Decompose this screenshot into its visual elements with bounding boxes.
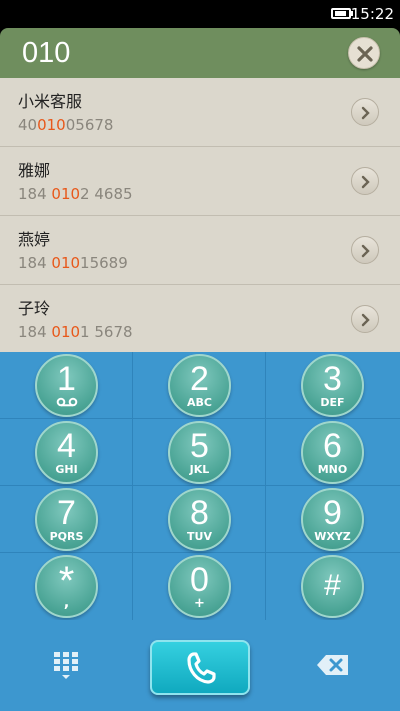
key-digit: 7: [57, 494, 76, 532]
key-5[interactable]: 5 JKL: [168, 421, 231, 484]
key-digit: *: [58, 559, 75, 603]
search-header: 010: [0, 28, 400, 78]
key-letters: WXYZ: [314, 530, 351, 543]
contact-name: 燕婷: [18, 230, 51, 249]
contact-name: 雅娜: [18, 161, 51, 180]
key-cell: 6 MNO: [266, 419, 400, 486]
dial-keypad: 1 2 ABC 3 DEF 4 GHI 5 JKL 6 MNO 7 PQRS 8…: [0, 352, 400, 620]
key-digit: 9: [323, 494, 342, 532]
chevron-right-icon: [361, 106, 370, 120]
key-digit: #: [324, 569, 341, 602]
status-bar: 15:22: [0, 0, 400, 28]
result-row[interactable]: 燕婷 184 01015689: [0, 216, 400, 285]
number-match: 010: [51, 323, 81, 341]
key-letters: GHI: [55, 463, 78, 476]
key-digit: 0: [190, 561, 209, 599]
key-letters: ,: [63, 595, 70, 611]
backspace-icon: [317, 655, 348, 675]
battery-icon: [331, 8, 351, 19]
contact-detail-button[interactable]: [351, 167, 379, 195]
contact-number: 4001005678: [18, 116, 114, 134]
result-row[interactable]: 小米客服 4001005678: [0, 78, 400, 147]
key-digit: 4: [57, 427, 76, 465]
contact-detail-button[interactable]: [351, 98, 379, 126]
contact-detail-button[interactable]: [351, 236, 379, 264]
key-letters: JKL: [189, 463, 210, 476]
key-8[interactable]: 8 TUV: [168, 488, 231, 551]
voicemail-icon: [56, 397, 77, 407]
number-match: 010: [51, 185, 81, 203]
key-7[interactable]: 7 PQRS: [35, 488, 98, 551]
contact-name: 子玲: [18, 299, 51, 318]
key-digit: 8: [190, 494, 209, 532]
key-digit: 5: [190, 427, 209, 465]
key-cell: 5 JKL: [133, 419, 266, 486]
clear-icon: [357, 46, 373, 62]
number-match: 010: [51, 254, 81, 272]
key-cell: 7 PQRS: [0, 486, 133, 553]
key-letters: +: [194, 596, 205, 611]
chevron-right-icon: [361, 175, 370, 189]
contact-number: 184 01015689: [18, 254, 128, 272]
key-digit: 1: [57, 360, 76, 398]
key-letters: MNO: [317, 463, 348, 476]
key-cell: 3 DEF: [266, 352, 400, 419]
key-9[interactable]: 9 WXYZ: [301, 488, 364, 551]
key-letters: ABC: [187, 396, 212, 409]
key-cell: #: [266, 553, 400, 620]
key-letters: DEF: [320, 396, 345, 409]
call-button[interactable]: [150, 640, 250, 695]
key-cell: 9 WXYZ: [266, 486, 400, 553]
key-0[interactable]: 0 +: [168, 555, 231, 618]
dialer-action-bar: [0, 620, 400, 711]
key-2[interactable]: 2 ABC: [168, 354, 231, 417]
contact-number: 184 0101 5678: [18, 323, 133, 341]
key-4[interactable]: 4 GHI: [35, 421, 98, 484]
result-row[interactable]: 子玲 184 0101 5678: [0, 285, 400, 354]
key-digit: 3: [323, 360, 342, 398]
chevron-right-icon: [361, 244, 370, 258]
key-cell: 8 TUV: [133, 486, 266, 553]
key-cell: 2 ABC: [133, 352, 266, 419]
key-cell: * ,: [0, 553, 133, 620]
contact-detail-button[interactable]: [351, 305, 379, 333]
contact-number: 184 0102 4685: [18, 185, 133, 203]
search-results: 小米客服 4001005678 雅娜 184 0102 4685 燕婷 184 …: [0, 78, 400, 352]
dialpad-toggle-button[interactable]: [54, 652, 78, 680]
backspace-button[interactable]: [316, 654, 350, 676]
key-letters: TUV: [187, 530, 212, 543]
dial-input[interactable]: 010: [22, 36, 70, 70]
number-match: 010: [37, 116, 66, 134]
key-1[interactable]: 1: [35, 354, 98, 417]
key-6[interactable]: 6 MNO: [301, 421, 364, 484]
chevron-right-icon: [361, 313, 370, 327]
key-digit: 2: [190, 360, 209, 398]
key-3[interactable]: 3 DEF: [301, 354, 364, 417]
key-digit: 6: [323, 427, 342, 465]
clear-button[interactable]: [348, 37, 380, 69]
key-cell: 1: [0, 352, 133, 419]
key-cell: 0 +: [133, 553, 266, 620]
dialpad-icon: [54, 652, 78, 679]
key-hash[interactable]: #: [301, 555, 364, 618]
contact-name: 小米客服: [18, 92, 83, 111]
key-cell: 4 GHI: [0, 419, 133, 486]
key-star[interactable]: * ,: [35, 555, 98, 618]
phone-icon: [187, 652, 216, 684]
result-row[interactable]: 雅娜 184 0102 4685: [0, 147, 400, 216]
key-letters: PQRS: [49, 530, 84, 543]
status-time: 15:22: [350, 5, 394, 23]
